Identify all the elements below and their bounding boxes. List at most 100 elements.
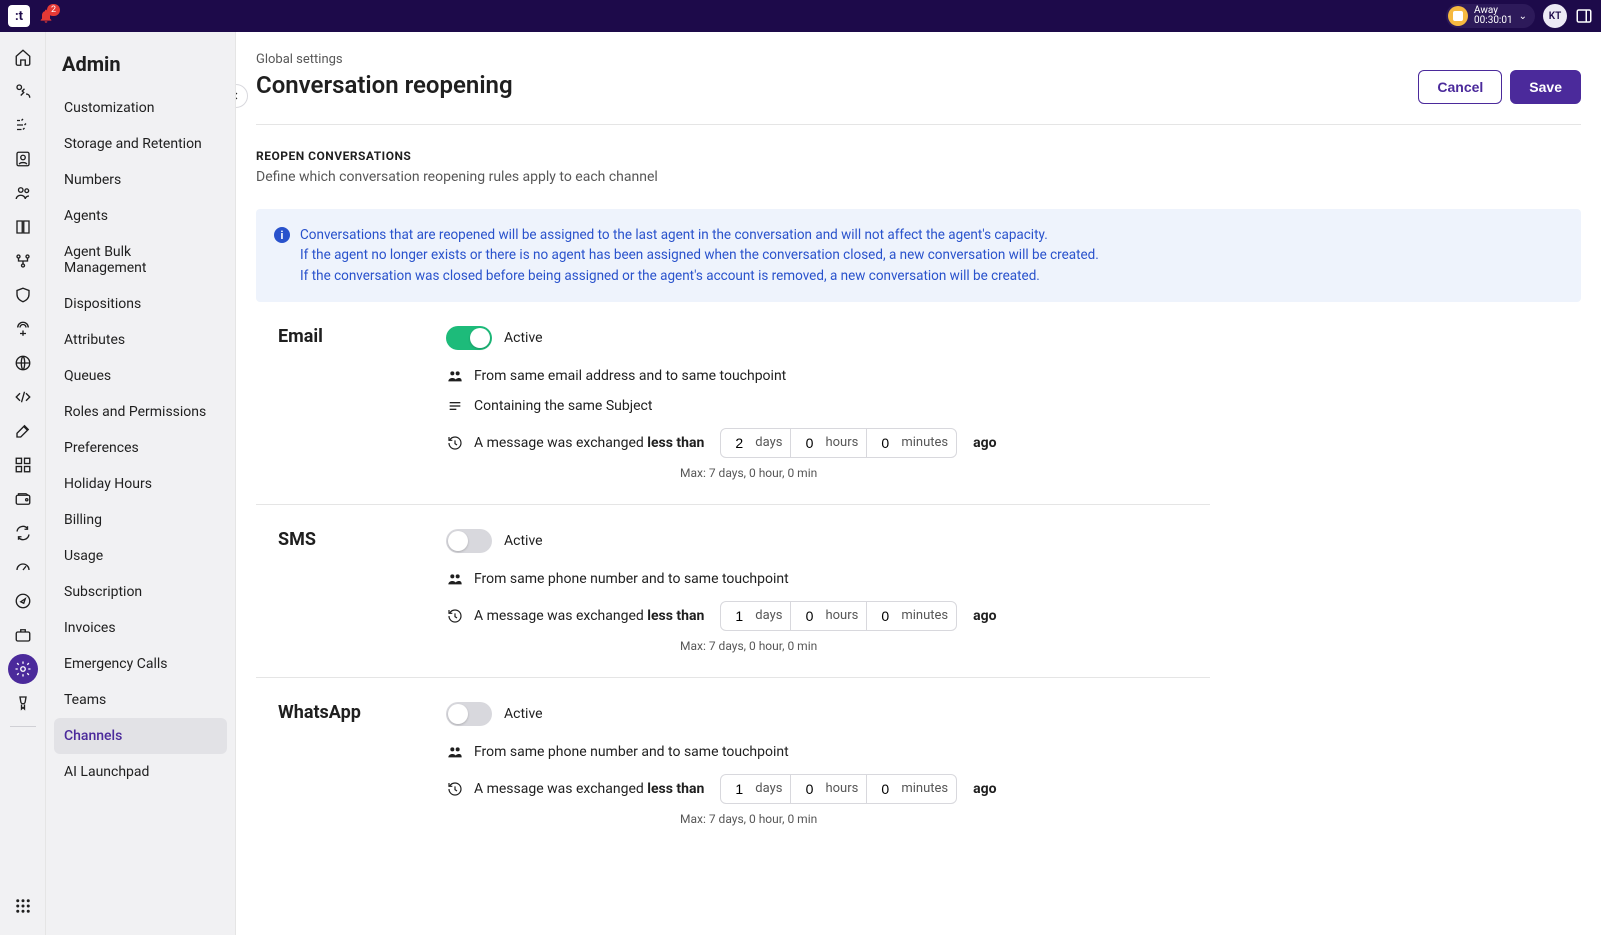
msg-rule-text: A message was exchanged less than [474,608,704,624]
days-unit: days [755,435,782,450]
from-rule-text: From same email address and to same touc… [474,368,786,384]
chevron-down-icon: ⌄ [1519,11,1527,22]
status-pill[interactable]: Away 00:30:01 ⌄ [1446,4,1535,28]
minutes-unit: minutes [901,435,948,450]
sidebar-item-usage[interactable]: Usage [54,538,227,574]
ago-label: ago [973,781,996,797]
max-hint: Max: 7 days, 0 hour, 0 min [680,466,1210,480]
minutes-input[interactable] [875,608,895,624]
active-label: Active [504,706,543,722]
rail-compose[interactable] [8,416,38,446]
hours-input[interactable] [799,435,819,451]
sidebar-item-roles-and-permissions[interactable]: Roles and Permissions [54,394,227,430]
subject-icon [446,398,464,414]
sidebar-item-queues[interactable]: Queues [54,358,227,394]
status-timer: 00:30:01 [1474,16,1513,26]
sidebar-item-dispositions[interactable]: Dispositions [54,286,227,322]
rail-sync[interactable] [8,518,38,548]
sidebar-item-holiday-hours[interactable]: Holiday Hours [54,466,227,502]
active-toggle[interactable] [446,326,492,350]
days-input[interactable] [729,781,749,797]
section: REOPEN CONVERSATIONS Define which conver… [256,125,1581,850]
breadcrumb: Global settings [256,52,513,67]
channel-block-email: Email Active From same email address and t… [256,302,1210,505]
days-input[interactable] [729,608,749,624]
notification-bell[interactable]: 2 [38,8,54,24]
rail-globe[interactable] [8,348,38,378]
rail-dashboard[interactable] [8,450,38,480]
from-rule-text: From same phone number and to same touch… [474,571,789,587]
max-hint: Max: 7 days, 0 hour, 0 min [680,639,1210,653]
msg-rule-text: A message was exchanged less than [474,781,704,797]
sidebar-item-subscription[interactable]: Subscription [54,574,227,610]
days-input[interactable] [729,435,749,451]
sidebar-item-invoices[interactable]: Invoices [54,610,227,646]
days-unit: days [755,781,782,796]
channel-name: SMS [278,529,446,550]
rail-wallet[interactable] [8,484,38,514]
rail-broadcast[interactable] [8,314,38,344]
section-desc: Define which conversation reopening rule… [256,169,1581,185]
rail-book[interactable] [8,212,38,242]
app-logo[interactable]: :t [8,5,30,27]
minutes-unit: minutes [901,781,948,796]
rail-contacts[interactable] [8,144,38,174]
active-toggle[interactable] [446,702,492,726]
hours-input[interactable] [799,608,819,624]
sidebar-item-emergency-calls[interactable]: Emergency Calls [54,646,227,682]
rail-activities[interactable] [8,76,38,106]
sidebar-item-billing[interactable]: Billing [54,502,227,538]
sidebar-item-preferences[interactable]: Preferences [54,430,227,466]
rail-shield[interactable] [8,280,38,310]
sidebar-item-numbers[interactable]: Numbers [54,162,227,198]
ago-label: ago [973,608,996,624]
save-button[interactable]: Save [1510,70,1581,104]
rail-apps-grid[interactable] [8,891,38,921]
rail-gauge[interactable] [8,552,38,582]
rail-home[interactable] [8,42,38,72]
info-banner: i Conversations that are reopened will b… [256,209,1581,302]
sidebar-item-teams[interactable]: Teams [54,682,227,718]
channel-name: WhatsApp [278,702,446,723]
sidebar-item-agent-bulk-management[interactable]: Agent Bulk Management [54,234,227,286]
channel-block-whatsapp: WhatsApp Active From same phone number and… [256,678,1210,850]
sidebar-item-channels[interactable]: Channels [54,718,227,754]
sidebar-item-agents[interactable]: Agents [54,198,227,234]
hours-input[interactable] [799,781,819,797]
sidebar-item-customization[interactable]: Customization [54,90,227,126]
active-label: Active [504,330,543,346]
sidebar-item-attributes[interactable]: Attributes [54,322,227,358]
rail-flow[interactable] [8,246,38,276]
history-icon [446,608,464,624]
hours-unit: hours [825,781,858,796]
from-rule-text: From same phone number and to same touch… [474,744,789,760]
section-label: REOPEN CONVERSATIONS [256,149,1581,163]
hours-unit: hours [825,435,858,450]
side-panel-toggle[interactable] [1575,7,1593,25]
content: Global settings Conversation reopening C… [236,32,1601,935]
history-icon [446,435,464,451]
rail-groups[interactable] [8,178,38,208]
avatar[interactable]: KT [1543,4,1567,28]
rail-briefcase[interactable] [8,620,38,650]
rail-code[interactable] [8,382,38,412]
topbar-right: Away 00:30:01 ⌄ KT [1446,4,1593,28]
ago-label: ago [973,435,996,451]
active-toggle[interactable] [446,529,492,553]
rail-compass[interactable] [8,586,38,616]
time-inputs: days hours minutes [720,428,957,458]
sidebar: Admin CustomizationStorage and Retention… [46,32,236,935]
people-icon [446,571,464,587]
sidebar-title: Admin [54,52,227,90]
rail-award[interactable] [8,688,38,718]
channel-name: Email [278,326,446,347]
sidebar-item-ai-launchpad[interactable]: AI Launchpad [54,754,227,790]
banner-line: If the conversation was closed before be… [300,266,1099,286]
rail-list[interactable] [8,110,38,140]
sidebar-item-storage-and-retention[interactable]: Storage and Retention [54,126,227,162]
subject-rule-text: Containing the same Subject [474,398,652,414]
minutes-input[interactable] [875,781,895,797]
minutes-input[interactable] [875,435,895,451]
cancel-button[interactable]: Cancel [1418,70,1502,104]
rail-settings[interactable] [8,654,38,684]
